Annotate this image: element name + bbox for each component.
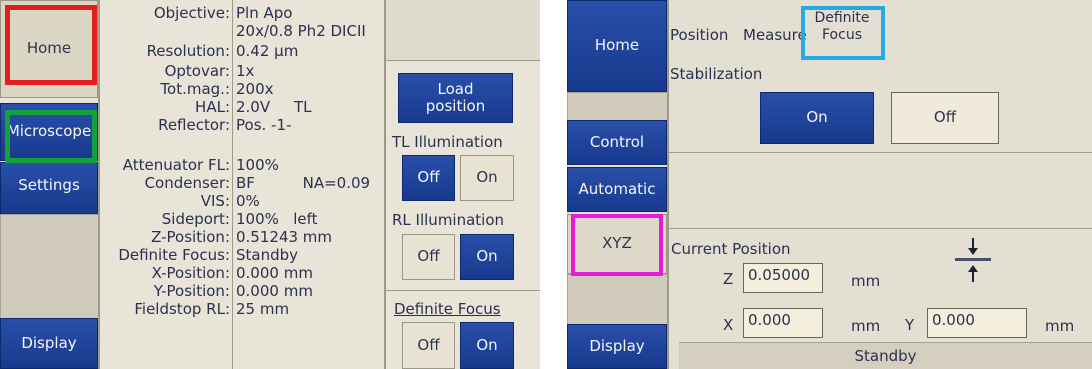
home-highlight (5, 5, 97, 85)
param-label: Resolution: (146, 42, 230, 60)
status-text: Standby (854, 347, 917, 365)
param-value: 20x/0.8 Ph2 DICII (236, 22, 366, 40)
microscope-status-panel: Home Microscope Settings Display Objecti… (0, 0, 540, 369)
microscope-highlight (5, 110, 97, 163)
tl-on-label: On (476, 168, 498, 187)
param-value: 0.000 mm (236, 282, 313, 300)
param-value: 2.0V TL (236, 98, 312, 116)
param-value: 1x (236, 62, 255, 80)
y-label: Y (905, 316, 915, 334)
param-label: Z-Position: (151, 228, 230, 246)
tab-measure[interactable]: Measure (743, 26, 807, 44)
control-button[interactable]: Control (567, 120, 667, 165)
stabilization-off-label: Off (933, 108, 957, 127)
home-button-right[interactable]: Home (567, 0, 667, 92)
automatic-label: Automatic (578, 179, 656, 198)
stabilization-off-button[interactable]: Off (891, 92, 999, 144)
xyz-highlight (571, 214, 663, 276)
param-label: Optovar: (164, 62, 230, 80)
params-divider (232, 0, 233, 369)
stabilization-label: Stabilization (670, 65, 763, 83)
focus-arrows-icon (953, 234, 993, 286)
param-label: Objective: (153, 4, 230, 22)
current-position-title: Current Position (671, 240, 791, 258)
y-unit: mm (1045, 317, 1075, 335)
control-label: Control (589, 132, 645, 151)
param-value: Pln Apo (236, 4, 293, 22)
nav-gap-1 (567, 92, 669, 122)
x-position-field[interactable]: 0.000 (743, 308, 823, 338)
param-label: Attenuator FL: (122, 156, 230, 174)
nav-spacer (0, 214, 100, 320)
param-value: 100% (236, 156, 279, 174)
xyz-panel: Home Control Automatic X Y Z Display Posit… (567, 0, 1092, 369)
definite-focus-highlight (801, 6, 885, 60)
df-off-label: Off (417, 335, 440, 354)
df-on-button[interactable]: On (460, 322, 514, 369)
param-value: Standby (236, 246, 299, 264)
separator-1 (669, 152, 1092, 153)
definite-focus-label: Definite Focus (394, 300, 501, 318)
display-button[interactable]: Display (0, 318, 98, 369)
nav-divider (98, 0, 100, 369)
y-position-field[interactable]: 0.000 (927, 308, 1027, 338)
param-value: 100% left (236, 210, 318, 228)
df-off-button[interactable]: Off (402, 322, 455, 369)
param-label: HAL: (195, 98, 230, 116)
param-value: 0.51243 mm (236, 228, 333, 246)
tab-position[interactable]: Position (670, 26, 728, 44)
param-value: BF NA=0.09 (236, 174, 371, 192)
z-label: Z (723, 270, 734, 288)
tl-off-button[interactable]: Off (402, 155, 455, 201)
settings-button[interactable]: Settings (0, 162, 98, 214)
param-value: 25 mm (236, 300, 290, 318)
param-value: 0.42 µm (236, 42, 299, 60)
param-label: Sideport: (161, 210, 230, 228)
param-label: VIS: (200, 192, 230, 210)
param-value: 0% (236, 192, 260, 210)
param-label: Fieldstop RL: (134, 300, 230, 318)
x-label: X (723, 316, 734, 334)
z-unit: mm (851, 272, 881, 290)
load-position-label: Load position (425, 79, 486, 115)
stabilization-on-button[interactable]: On (760, 92, 874, 144)
status-bar: Standby (679, 342, 1092, 369)
x-unit: mm (851, 317, 881, 335)
param-value: 0.000 mm (236, 264, 313, 282)
nav-gap-2 (567, 274, 669, 326)
tl-off-label: Off (417, 168, 440, 187)
rl-off-label: Off (417, 247, 440, 266)
automatic-button[interactable]: Automatic (567, 167, 667, 212)
param-label: Reflector: (158, 116, 230, 134)
param-label: Y-Position: (153, 282, 230, 300)
param-label: Condenser: (144, 174, 230, 192)
separator-2 (669, 228, 1092, 229)
settings-label: Settings (18, 176, 80, 194)
rl-on-label: On (476, 247, 498, 266)
tl-on-button[interactable]: On (460, 155, 514, 201)
param-label: Tot.mag.: (160, 80, 230, 98)
param-value: 200x (236, 80, 274, 98)
param-label: Definite Focus: (118, 246, 230, 264)
rl-on-button[interactable]: On (460, 234, 514, 280)
tl-illumination-label: TL Illumination (392, 133, 503, 151)
display-button-right[interactable]: Display (567, 324, 667, 369)
blank-cell (386, 0, 540, 61)
param-value: Pos. -1- (236, 116, 292, 134)
load-position-button[interactable]: Load position (398, 73, 513, 123)
param-label: X-Position: (151, 264, 230, 282)
z-position-field[interactable]: 0.05000 (743, 263, 823, 293)
df-on-label: On (476, 335, 498, 354)
rl-illumination-label: RL Illumination (392, 211, 505, 229)
display-label: Display (21, 333, 77, 352)
definite-focus-separator (386, 290, 540, 291)
stabilization-on-label: On (806, 108, 828, 127)
display-label-right: Display (589, 336, 645, 355)
home-label-right: Home (594, 36, 640, 55)
rl-off-button[interactable]: Off (402, 234, 455, 280)
nav-divider-right (667, 0, 669, 369)
